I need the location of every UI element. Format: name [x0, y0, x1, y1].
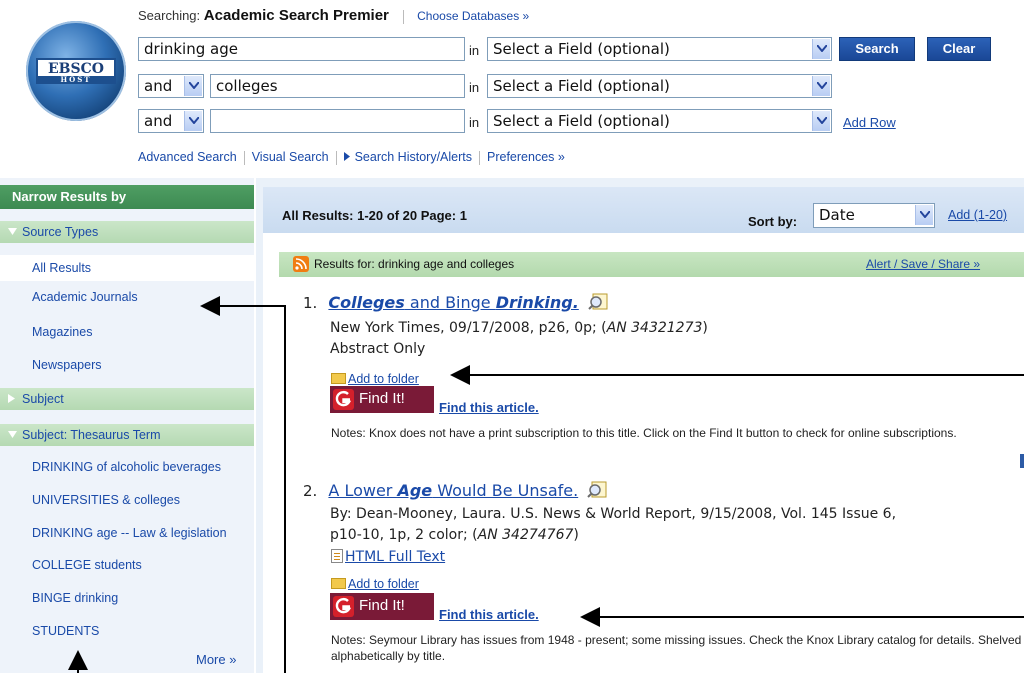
- annotation-arrows: [68, 296, 1024, 673]
- arrow-to-academic-journals: [200, 296, 286, 673]
